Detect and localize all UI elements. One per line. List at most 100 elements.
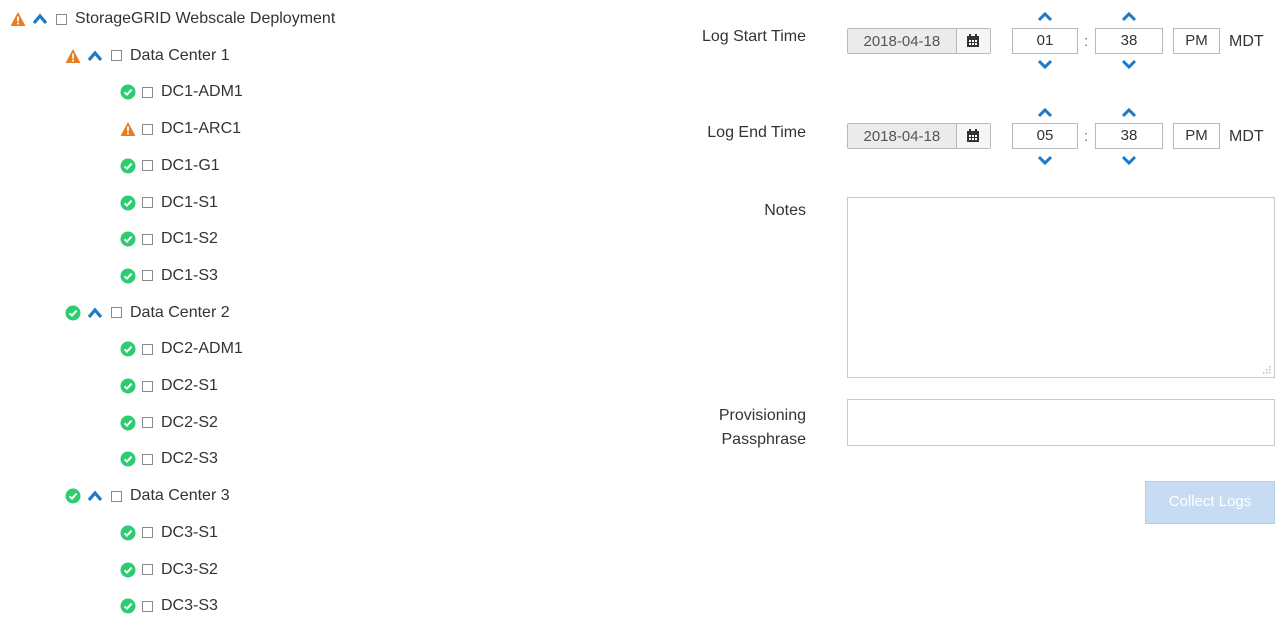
tree-grid-node-label[interactable]: DC1-S1	[161, 194, 218, 212]
start-timezone-label: MDT	[1229, 33, 1264, 50]
tree-grid-node: DC3-S3	[120, 596, 218, 616]
collect-logs-button[interactable]: Collect Logs	[1145, 481, 1275, 524]
tree-root-node-label[interactable]: StorageGRID Webscale Deployment	[75, 10, 335, 28]
tree-grid-node: DC3-S2	[120, 560, 218, 580]
check-circle-icon	[65, 488, 81, 504]
tree-grid-node-checkbox[interactable]	[142, 417, 153, 429]
chevron-up-icon[interactable]	[87, 489, 103, 503]
tree-grid-node-label[interactable]: DC1-G1	[161, 157, 220, 175]
time-separator: :	[1084, 33, 1089, 50]
end-hour-increment-chevron-up-icon[interactable]	[1038, 108, 1052, 118]
chevron-up-icon[interactable]	[87, 49, 103, 63]
tree-site-node-checkbox[interactable]	[111, 50, 122, 62]
tree-grid-node-checkbox[interactable]	[142, 564, 153, 575]
time-separator: :	[1084, 128, 1089, 145]
tree-grid-node: DC1-ADM1	[120, 82, 243, 102]
tree-grid-node-checkbox[interactable]	[142, 86, 153, 98]
tree-grid-node-checkbox[interactable]	[142, 160, 153, 172]
tree-grid-node-label[interactable]: DC1-S2	[161, 230, 218, 248]
log-start-date-value: 2018-04-18	[863, 32, 941, 50]
end-hour-input[interactable]: 05	[1012, 123, 1078, 149]
tree-site-node: Data Center 1	[65, 46, 230, 66]
provisioning-passphrase-label: Provisioning Passphrase	[640, 404, 806, 452]
end-hour-decrement-chevron-down-icon[interactable]	[1038, 155, 1052, 165]
check-circle-icon	[120, 268, 136, 284]
warning-triangle-icon	[10, 11, 26, 27]
tree-grid-node-checkbox[interactable]	[142, 123, 153, 135]
log-end-date-field[interactable]: 2018-04-18	[847, 123, 991, 149]
check-circle-icon	[120, 598, 136, 614]
tree-site-node: Data Center 2	[65, 303, 230, 323]
tree-grid-node-label[interactable]: DC1-S3	[161, 267, 218, 285]
check-circle-icon	[120, 525, 136, 541]
notes-textarea[interactable]	[847, 197, 1275, 378]
node-tree: StorageGRID Webscale Deployment Data Cent…	[0, 0, 640, 617]
tree-grid-node: DC1-S1	[120, 193, 218, 213]
check-circle-icon	[120, 158, 136, 174]
tree-site-node-label[interactable]: Data Center 1	[130, 47, 230, 65]
tree-grid-node: DC2-S2	[120, 413, 218, 433]
tree-grid-node-label[interactable]: DC3-S1	[161, 524, 218, 542]
log-end-time-label: Log End Time	[707, 124, 806, 141]
tree-grid-node: DC2-S3	[120, 449, 218, 469]
tree-site-node-label[interactable]: Data Center 2	[130, 304, 230, 322]
log-end-date-value: 2018-04-18	[863, 127, 941, 145]
tree-grid-node-label[interactable]: DC2-S3	[161, 450, 218, 468]
end-ampm-toggle-button[interactable]: PM	[1173, 123, 1220, 149]
tree-root-node: StorageGRID Webscale Deployment	[10, 9, 335, 29]
tree-grid-node-checkbox[interactable]	[142, 600, 153, 612]
tree-grid-node-label[interactable]: DC1-ARC1	[161, 120, 241, 138]
tree-root-node-checkbox[interactable]	[56, 13, 67, 25]
provisioning-passphrase-input[interactable]	[847, 399, 1275, 446]
start-minute-input[interactable]: 38	[1095, 28, 1163, 54]
tree-grid-node-label[interactable]: DC2-S1	[161, 377, 218, 395]
tree-site-node-checkbox[interactable]	[111, 307, 122, 319]
tree-grid-node: DC1-ARC1	[120, 119, 241, 139]
tree-grid-node-checkbox[interactable]	[142, 380, 153, 392]
resize-grip-icon[interactable]	[1261, 364, 1271, 374]
tree-grid-node: DC2-S1	[120, 376, 218, 396]
tree-site-node: Data Center 3	[65, 486, 230, 506]
start-minute-increment-chevron-up-icon[interactable]	[1122, 12, 1136, 22]
tree-grid-node-checkbox[interactable]	[142, 527, 153, 539]
start-ampm-toggle-button[interactable]: PM	[1173, 28, 1220, 54]
chevron-up-icon[interactable]	[87, 306, 103, 320]
tree-grid-node: DC1-G1	[120, 156, 220, 176]
tree-grid-node-checkbox[interactable]	[142, 197, 153, 208]
check-circle-icon	[120, 84, 136, 100]
start-hour-decrement-chevron-down-icon[interactable]	[1038, 59, 1052, 69]
tree-grid-node: DC2-ADM1	[120, 339, 243, 359]
end-minute-input[interactable]: 38	[1095, 123, 1163, 149]
tree-grid-node: DC1-S3	[120, 266, 218, 286]
calendar-icon[interactable]	[955, 29, 990, 53]
tree-grid-node-checkbox[interactable]	[142, 453, 153, 465]
tree-grid-node-label[interactable]: DC3-S2	[161, 561, 218, 579]
start-minute-decrement-chevron-down-icon[interactable]	[1122, 59, 1136, 69]
tree-grid-node-checkbox[interactable]	[142, 343, 153, 355]
tree-grid-node-label[interactable]: DC1-ADM1	[161, 83, 243, 101]
start-hour-input[interactable]: 01	[1012, 28, 1078, 54]
tree-grid-node-label[interactable]: DC3-S3	[161, 597, 218, 615]
tree-grid-node-label[interactable]: DC2-S2	[161, 414, 218, 432]
tree-grid-node-checkbox[interactable]	[142, 233, 153, 245]
log-start-date-field[interactable]: 2018-04-18	[847, 28, 991, 54]
tree-site-node-checkbox[interactable]	[111, 490, 122, 502]
provisioning-passphrase-label-line1: Provisioning	[718, 407, 806, 424]
notes-label: Notes	[764, 202, 806, 219]
start-hour-increment-chevron-up-icon[interactable]	[1038, 12, 1052, 22]
calendar-icon[interactable]	[955, 124, 990, 148]
end-minute-increment-chevron-up-icon[interactable]	[1122, 108, 1136, 118]
tree-grid-node: DC3-S1	[120, 523, 218, 543]
check-circle-icon	[120, 378, 136, 394]
end-timezone-label: MDT	[1229, 128, 1264, 145]
check-circle-icon	[120, 341, 136, 357]
provisioning-passphrase-label-line2: Passphrase	[721, 431, 807, 448]
end-minute-decrement-chevron-down-icon[interactable]	[1122, 155, 1136, 165]
tree-grid-node-label[interactable]: DC2-ADM1	[161, 340, 243, 358]
tree-site-node-label[interactable]: Data Center 3	[130, 487, 230, 505]
warning-triangle-icon	[120, 121, 136, 137]
check-circle-icon	[120, 415, 136, 431]
chevron-up-icon[interactable]	[32, 12, 48, 26]
tree-grid-node-checkbox[interactable]	[142, 270, 153, 282]
check-circle-icon	[120, 231, 136, 247]
